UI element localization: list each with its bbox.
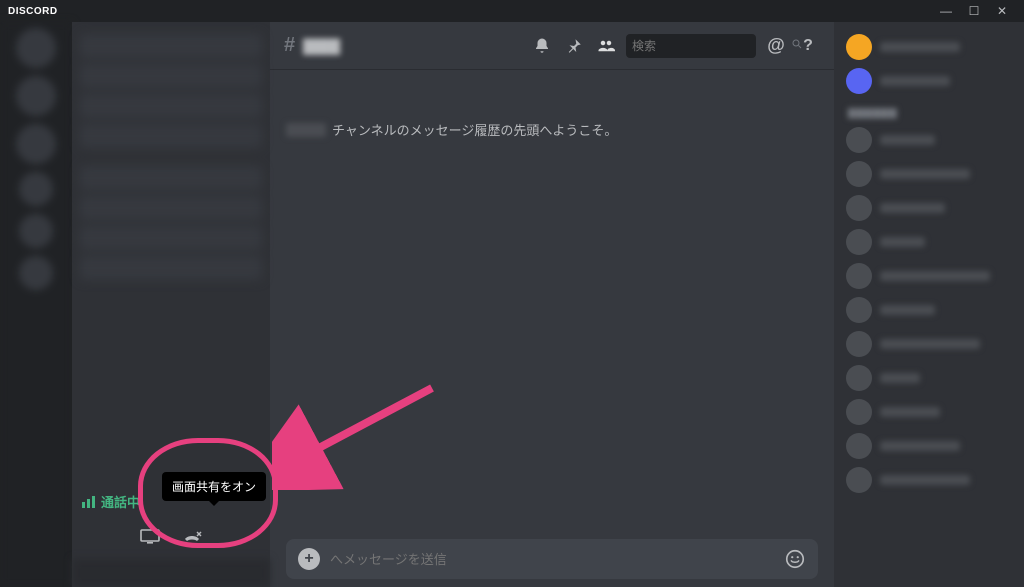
signal-bars-icon: [82, 496, 95, 508]
app-brand: DISCORD: [8, 6, 58, 17]
disconnect-call-button[interactable]: [180, 525, 204, 549]
voice-status-label: 通話中: [101, 492, 140, 511]
guild-item[interactable]: [19, 172, 53, 206]
at-icon: @: [767, 35, 785, 56]
chat-messages[interactable]: チャンネルのメッセージ履歴の先頭へようこそ。: [270, 70, 834, 531]
search-box[interactable]: [626, 34, 756, 58]
guild-list: [0, 22, 72, 587]
help-icon: ?: [803, 37, 813, 55]
member-item[interactable]: [840, 293, 1018, 327]
channel-name-inline: [286, 123, 326, 137]
channel-list[interactable]: [72, 22, 270, 480]
people-icon: [597, 37, 615, 55]
monitor-icon: [140, 529, 160, 545]
screen-share-button[interactable]: [138, 525, 162, 549]
pinned-messages-button[interactable]: [562, 34, 586, 58]
guild-item[interactable]: [19, 256, 53, 290]
message-composer: +: [270, 531, 834, 587]
pin-icon: [565, 37, 583, 55]
user-panel[interactable]: [72, 559, 270, 587]
smiley-icon: [784, 548, 806, 570]
member-item[interactable]: [840, 429, 1018, 463]
close-button[interactable]: ✕: [988, 1, 1016, 21]
phone-hangup-icon: [182, 529, 202, 545]
member-item[interactable]: [840, 191, 1018, 225]
member-item[interactable]: [840, 327, 1018, 361]
member-item[interactable]: [840, 395, 1018, 429]
channels-sidebar: 通話中: [72, 22, 270, 587]
chat-area: # ▇▇▇ @ ? チャンネルのメッセ: [270, 22, 834, 587]
title-bar: DISCORD — ☐ ✕: [0, 0, 1024, 22]
screen-share-tooltip: 画面共有をオン: [162, 472, 266, 501]
member-item[interactable]: [840, 361, 1018, 395]
guild-item[interactable]: [19, 214, 53, 248]
bell-icon: [533, 37, 551, 55]
notifications-button[interactable]: [530, 34, 554, 58]
member-item[interactable]: [840, 463, 1018, 497]
message-input[interactable]: [330, 552, 774, 567]
member-list-toggle[interactable]: [594, 34, 618, 58]
guild-item[interactable]: [16, 28, 56, 68]
minimize-button[interactable]: —: [932, 1, 960, 21]
guild-item[interactable]: [16, 76, 56, 116]
help-button[interactable]: ?: [796, 34, 820, 58]
member-item[interactable]: [840, 157, 1018, 191]
channel-name: ▇▇▇: [303, 36, 340, 56]
channel-welcome-message: チャンネルのメッセージ履歴の先頭へようこそ。: [286, 120, 818, 139]
hash-icon: #: [284, 34, 295, 57]
guild-item[interactable]: [16, 124, 56, 164]
maximize-button[interactable]: ☐: [960, 1, 988, 21]
channel-header: # ▇▇▇ @ ?: [270, 22, 834, 70]
member-group-header: ▇▇▇▇▇▇: [840, 98, 1018, 123]
member-item[interactable]: [840, 259, 1018, 293]
member-item[interactable]: [840, 123, 1018, 157]
emoji-picker-button[interactable]: [784, 548, 806, 570]
member-item[interactable]: [840, 64, 1018, 98]
member-item[interactable]: [840, 30, 1018, 64]
member-item[interactable]: [840, 225, 1018, 259]
add-attachment-button[interactable]: +: [298, 548, 320, 570]
mentions-button[interactable]: @: [764, 34, 788, 58]
member-list[interactable]: ▇▇▇▇▇▇: [834, 22, 1024, 587]
